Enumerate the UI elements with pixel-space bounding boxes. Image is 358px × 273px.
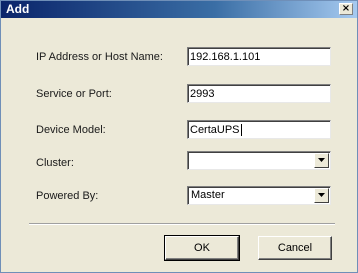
chevron-down-icon [318, 158, 325, 162]
device-model-label: Device Model: [36, 124, 106, 136]
add-dialog: Add × IP Address or Host Name: Service o… [0, 0, 358, 273]
service-port-field[interactable] [187, 84, 331, 103]
close-button[interactable]: × [339, 3, 353, 15]
text-caret [241, 124, 242, 136]
title-bar[interactable]: Add × [1, 1, 357, 18]
ip-address-input[interactable] [190, 49, 320, 64]
separator [29, 223, 335, 225]
device-model-field[interactable] [187, 120, 331, 139]
ip-address-label: IP Address or Host Name: [36, 51, 163, 63]
close-icon: × [341, 3, 351, 14]
powered-by-dropdown-button[interactable] [314, 188, 329, 203]
cluster-label: Cluster: [36, 157, 74, 169]
service-port-input[interactable] [190, 86, 320, 101]
cancel-button[interactable]: Cancel [258, 236, 332, 260]
device-model-input[interactable] [190, 122, 320, 137]
chevron-down-icon [318, 193, 325, 197]
cluster-dropdown-button[interactable] [314, 153, 329, 168]
service-port-label: Service or Port: [36, 88, 112, 100]
ip-address-field[interactable] [187, 47, 331, 66]
powered-by-label: Powered By: [36, 190, 99, 202]
powered-by-value: Master [191, 189, 225, 201]
cluster-select[interactable] [187, 151, 331, 170]
dialog-title: Add [6, 2, 30, 16]
ok-button[interactable]: OK [164, 235, 240, 261]
powered-by-select[interactable]: Master [187, 186, 331, 205]
